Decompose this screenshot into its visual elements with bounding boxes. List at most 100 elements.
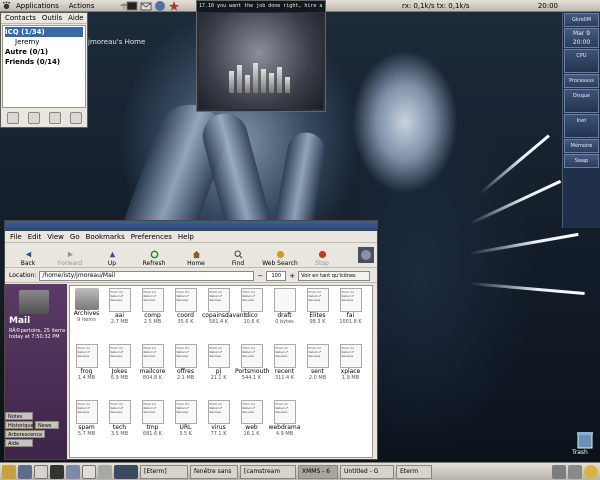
launcher-editor-icon[interactable] xyxy=(82,464,96,479)
file-item-aai[interactable]: From mi Return-F Receive aai 2.7 MB xyxy=(103,288,136,325)
eq-bar[interactable] xyxy=(277,67,282,93)
file-item-jokes[interactable]: From mi Return-F Receive Jokes 6.9 MB xyxy=(103,344,136,381)
launcher-files-icon[interactable] xyxy=(34,464,48,479)
file-item-dico[interactable]: From mi Return-F Receive dico 10.6 K xyxy=(235,288,268,325)
mail-file-icon: From mi Return-F Receive xyxy=(273,400,296,424)
menu-view[interactable]: View xyxy=(47,233,64,241)
zoom-level[interactable]: 100 xyxy=(266,270,287,281)
file-item-tmp[interactable]: From mi Return-F Receive tmp 681.6 K xyxy=(136,400,169,437)
forward-button[interactable]: Forward xyxy=(50,245,90,267)
file-item-draft[interactable]: draft 0 bytes xyxy=(268,288,301,325)
file-item-tech[interactable]: From mi Return-F Receive tech 3.5 MB xyxy=(103,400,136,437)
mail-file-icon: From mi Return-F Receive xyxy=(141,288,164,312)
refresh-button[interactable]: Refresh xyxy=(134,245,174,267)
up-button[interactable]: Up xyxy=(92,245,132,267)
stop-button[interactable]: Stop xyxy=(302,245,342,267)
file-item-comp[interactable]: From mi Return-F Receive comp 2.5 MB xyxy=(136,288,169,325)
menu-preferences[interactable]: Preferences xyxy=(131,233,172,241)
view-as-select[interactable]: Voir en tant qu'icônes xyxy=(298,270,371,281)
launcher-star-icon[interactable] xyxy=(168,0,180,12)
file-item-elites[interactable]: From mi Return-F Receive Elites 98.3 K xyxy=(301,288,334,325)
applications-menu[interactable]: Applications xyxy=(11,2,64,10)
sidebar-tab-news[interactable]: News xyxy=(35,421,59,429)
gaim-im-button[interactable] xyxy=(6,112,19,124)
file-item-virus[interactable]: From mi Return-F Receive virus 77.1 K xyxy=(202,400,235,437)
file-item-coord[interactable]: From mi Return-F Receive coord 35.6 K xyxy=(169,288,202,325)
web-search-button[interactable]: Web Search xyxy=(260,245,300,267)
sidebar-tab-arborescence[interactable]: Arborescence xyxy=(5,430,45,438)
xmms-song-title[interactable]: 17.10 you want the job done right, hire … xyxy=(197,1,325,12)
file-item-copainsdavant[interactable]: From mi Return-F Receive copainsdavant 581… xyxy=(202,288,246,325)
gaim-menu-outils[interactable]: Outils xyxy=(42,14,62,22)
file-item-sent[interactable]: From mi Return-F Receive sent 2.0 MB xyxy=(301,344,334,381)
launcher-mail-icon[interactable] xyxy=(140,0,152,12)
launcher-search-icon[interactable] xyxy=(98,464,112,479)
buddy-group-friends[interactable]: Friends (0/14) xyxy=(5,57,83,67)
tray-webcam-icon[interactable] xyxy=(552,464,566,479)
menu-file[interactable]: File xyxy=(10,233,22,241)
gnome-foot-icon[interactable] xyxy=(2,1,11,10)
zoom-out-icon[interactable]: − xyxy=(257,272,263,280)
eq-bar[interactable] xyxy=(261,69,266,93)
eq-bar[interactable] xyxy=(245,75,250,93)
file-item-frog[interactable]: From mi Return-F Receive frog 1.4 MB xyxy=(70,344,103,381)
location-input[interactable]: /home/isty/jmoreau/Mail xyxy=(39,270,255,281)
launcher-network-icon[interactable] xyxy=(66,464,80,479)
sidebar-tab-notes[interactable]: Notes xyxy=(5,412,33,420)
tray-volume-icon[interactable] xyxy=(568,464,582,479)
file-item-recent[interactable]: From mi Return-F Receive recent 311.4 K xyxy=(268,344,301,381)
menu-go[interactable]: Go xyxy=(70,233,80,241)
file-item-xplace[interactable]: From mi Return-F Receive xplace 1.9 MB xyxy=(334,344,367,381)
file-item-webdrama[interactable]: From mi Return-F Receive webdrama 4.9 MB xyxy=(268,400,301,437)
task-camstream[interactable]: [camstream xyxy=(240,464,296,479)
nautilus-titlebar[interactable] xyxy=(5,221,377,231)
task-eterm-2[interactable]: Eterm xyxy=(396,464,432,479)
file-item-spam[interactable]: From mi Return-F Receive spam 5.7 MB xyxy=(70,400,103,437)
trash-label[interactable]: Trash xyxy=(572,449,588,456)
panel-clock[interactable]: 20:00 xyxy=(538,2,558,10)
buddy-group-autre[interactable]: Autre (0/1) xyxy=(5,47,83,57)
task-eterm-1[interactable]: [Eterm] xyxy=(140,464,188,479)
eq-bar[interactable] xyxy=(229,71,234,93)
gaim-away-button[interactable] xyxy=(69,112,82,124)
sidebar-tab-aide[interactable]: Aide xyxy=(5,439,33,447)
file-item-pj[interactable]: From mi Return-F Receive pj 21.1 K xyxy=(202,344,235,381)
file-item-mailcore[interactable]: From mi Return-F Receive mailcore 804.8 K xyxy=(136,344,169,381)
task-untitled[interactable]: Untitled - G xyxy=(340,464,394,479)
task-fenetre[interactable]: fenêtre sans xyxy=(190,464,238,479)
file-item-url[interactable]: From mi Return-F Receive URL 3.5 K xyxy=(169,400,202,437)
file-item-web[interactable]: From mi Return-F Receive web 16.1 K xyxy=(235,400,268,437)
launcher-terminal-icon[interactable] xyxy=(126,0,138,12)
home-folder-label[interactable]: jmoreau's Home xyxy=(88,38,145,46)
find-button[interactable]: Find xyxy=(218,245,258,267)
file-item-archives[interactable]: Archives 9 items xyxy=(70,288,103,323)
gaim-menu-contacts[interactable]: Contacts xyxy=(5,14,36,22)
eq-bar[interactable] xyxy=(285,77,290,93)
back-button[interactable]: Back xyxy=(8,245,48,267)
actions-menu[interactable]: Actions xyxy=(64,2,100,10)
gaim-info-button[interactable] xyxy=(27,112,40,124)
launcher-display-icon[interactable] xyxy=(18,464,32,479)
file-item-portsmouth[interactable]: From mi Return-F Receive Portsmouth 544.1 … xyxy=(235,344,270,381)
launcher-browser-icon[interactable] xyxy=(154,0,166,12)
zoom-in-icon[interactable]: + xyxy=(289,272,295,280)
eq-bar[interactable] xyxy=(253,63,258,93)
gaim-menu-aide[interactable]: Aide xyxy=(68,14,83,22)
menu-help[interactable]: Help xyxy=(178,233,194,241)
tray-smiley-icon[interactable] xyxy=(584,464,598,479)
buddy-group-icq[interactable]: ICQ (1/34) xyxy=(5,27,83,37)
launcher-terminal2-icon[interactable] xyxy=(50,464,64,479)
sidebar-tab-historique[interactable]: Historique xyxy=(5,421,34,429)
eq-bar[interactable] xyxy=(269,73,274,93)
eq-bar[interactable] xyxy=(237,65,242,93)
task-xmms[interactable]: XMMS - 6 xyxy=(298,464,338,479)
file-item-offres[interactable]: From mi Return-F Receive offres 2.1 MB xyxy=(169,344,202,381)
menu-edit[interactable]: Edit xyxy=(28,233,42,241)
launcher-gimp-icon[interactable] xyxy=(2,464,16,479)
buddy-jeremy[interactable]: Jeremy xyxy=(5,37,83,47)
gaim-chat-button[interactable] xyxy=(48,112,61,124)
menu-bookmarks[interactable]: Bookmarks xyxy=(86,233,125,241)
workspace-pager-icon[interactable] xyxy=(114,464,138,479)
home-button[interactable]: Home xyxy=(176,245,216,267)
file-item-fai[interactable]: From mi Return-F Receive fai 1001.8 K xyxy=(334,288,367,325)
